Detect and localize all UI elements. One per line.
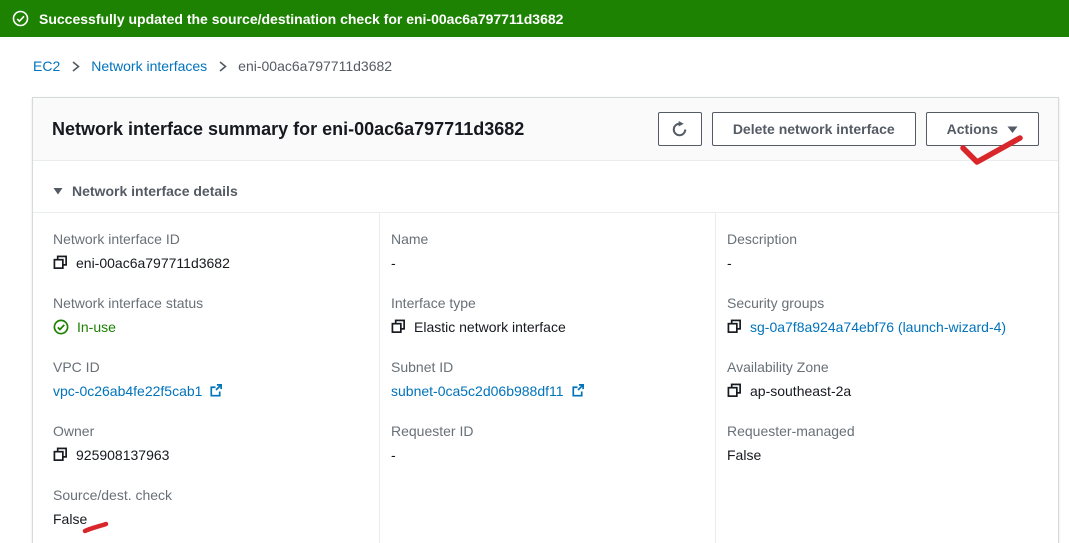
field-interface-type: Interface type Elastic network interface bbox=[391, 295, 699, 335]
breadcrumb-ec2[interactable]: EC2 bbox=[33, 58, 60, 74]
header-actions: Delete network interface Actions bbox=[658, 112, 1039, 146]
copy-icon[interactable] bbox=[391, 319, 406, 334]
details-grid: Network interface ID eni-00ac6a797711d36… bbox=[33, 212, 1058, 543]
details-column-2: Name - Interface type Elastic network in… bbox=[379, 213, 715, 543]
field-network-interface-id: Network interface ID eni-00ac6a797711d36… bbox=[53, 231, 363, 271]
field-subnet-id: Subnet ID subnet-0ca5c2d06b988df11 bbox=[391, 359, 699, 399]
field-label: Description bbox=[727, 231, 1042, 247]
actions-button[interactable]: Actions bbox=[926, 112, 1039, 146]
field-label: Owner bbox=[53, 423, 363, 439]
field-requester-id: Requester ID - bbox=[391, 423, 699, 463]
triangle-down-icon bbox=[53, 187, 63, 195]
subnet-id-link[interactable]: subnet-0ca5c2d06b988df11 bbox=[391, 383, 585, 399]
field-requester-managed: Requester-managed False bbox=[727, 423, 1042, 463]
field-security-groups: Security groups sg-0a7f8a924a74ebf76 (la… bbox=[727, 295, 1042, 335]
vpc-id-link[interactable]: vpc-0c26ab4fe22f5cab1 bbox=[53, 383, 223, 399]
field-value-text: 925908137963 bbox=[76, 447, 169, 463]
breadcrumb-network-interfaces[interactable]: Network interfaces bbox=[91, 58, 207, 74]
field-label: VPC ID bbox=[53, 359, 363, 375]
chevron-right-icon bbox=[70, 59, 81, 74]
breadcrumb-current: eni-00ac6a797711d3682 bbox=[238, 58, 392, 74]
panel-header: Network interface summary for eni-00ac6a… bbox=[33, 98, 1058, 161]
refresh-icon bbox=[671, 121, 688, 138]
field-label: Subnet ID bbox=[391, 359, 699, 375]
field-label: Name bbox=[391, 231, 699, 247]
status-badge: In-use bbox=[77, 319, 116, 335]
copy-icon[interactable] bbox=[53, 255, 68, 270]
field-label: Interface type bbox=[391, 295, 699, 311]
field-label: Network interface status bbox=[53, 295, 363, 311]
details-section-title: Network interface details bbox=[72, 183, 238, 199]
field-value-text: - bbox=[391, 255, 396, 271]
chevron-right-icon bbox=[217, 59, 228, 74]
external-link-icon bbox=[208, 383, 223, 398]
field-value-text: - bbox=[391, 447, 396, 463]
refresh-button[interactable] bbox=[658, 112, 702, 146]
field-name: Name - bbox=[391, 231, 699, 271]
field-value-text: False bbox=[53, 511, 87, 527]
flashbar-message: Successfully updated the source/destinat… bbox=[39, 11, 563, 27]
field-value-text: subnet-0ca5c2d06b988df11 bbox=[391, 383, 564, 399]
success-flashbar: Successfully updated the source/destinat… bbox=[0, 0, 1069, 37]
details-section-header[interactable]: Network interface details bbox=[33, 173, 1058, 212]
status-ok-icon bbox=[53, 319, 69, 335]
field-value-text: - bbox=[727, 255, 732, 271]
page-title: Network interface summary for eni-00ac6a… bbox=[52, 119, 524, 140]
field-availability-zone: Availability Zone ap-southeast-2a bbox=[727, 359, 1042, 399]
copy-icon[interactable] bbox=[727, 319, 742, 334]
external-link-icon bbox=[570, 383, 585, 398]
details-column-1: Network interface ID eni-00ac6a797711d36… bbox=[33, 213, 379, 543]
field-network-interface-status: Network interface status In-use bbox=[53, 295, 363, 335]
network-interface-summary-panel: Network interface summary for eni-00ac6a… bbox=[32, 97, 1059, 543]
details-section: Network interface details Network interf… bbox=[33, 161, 1058, 543]
details-column-3: Description - Security groups sg-0a7f8a9… bbox=[715, 213, 1058, 543]
field-vpc-id: VPC ID vpc-0c26ab4fe22f5cab1 bbox=[53, 359, 363, 399]
field-label: Security groups bbox=[727, 295, 1042, 311]
field-value-text: eni-00ac6a797711d3682 bbox=[76, 255, 230, 271]
field-label: Network interface ID bbox=[53, 231, 363, 247]
field-description: Description - bbox=[727, 231, 1042, 271]
field-label: Requester ID bbox=[391, 423, 699, 439]
copy-icon[interactable] bbox=[727, 383, 742, 398]
field-value-text: sg-0a7f8a924a74ebf76 (launch-wizard-4) bbox=[750, 319, 1006, 335]
field-value-text: ap-southeast-2a bbox=[750, 383, 851, 399]
breadcrumb: EC2 Network interfaces eni-00ac6a797711d… bbox=[33, 58, 1069, 74]
field-label: Availability Zone bbox=[727, 359, 1042, 375]
field-label: Source/dest. check bbox=[53, 487, 363, 503]
field-source-dest-check: Source/dest. check False bbox=[53, 487, 363, 527]
delete-network-interface-button[interactable]: Delete network interface bbox=[712, 112, 916, 146]
field-label: Requester-managed bbox=[727, 423, 1042, 439]
field-value-text: vpc-0c26ab4fe22f5cab1 bbox=[53, 383, 202, 399]
copy-icon[interactable] bbox=[53, 447, 68, 462]
check-circle-icon bbox=[12, 10, 29, 27]
field-owner: Owner 925908137963 bbox=[53, 423, 363, 463]
security-group-link[interactable]: sg-0a7f8a924a74ebf76 (launch-wizard-4) bbox=[750, 319, 1006, 335]
caret-down-icon bbox=[1007, 125, 1018, 134]
field-value-text: Elastic network interface bbox=[414, 319, 566, 335]
actions-button-label: Actions bbox=[947, 121, 998, 137]
field-value-text: False bbox=[727, 447, 761, 463]
